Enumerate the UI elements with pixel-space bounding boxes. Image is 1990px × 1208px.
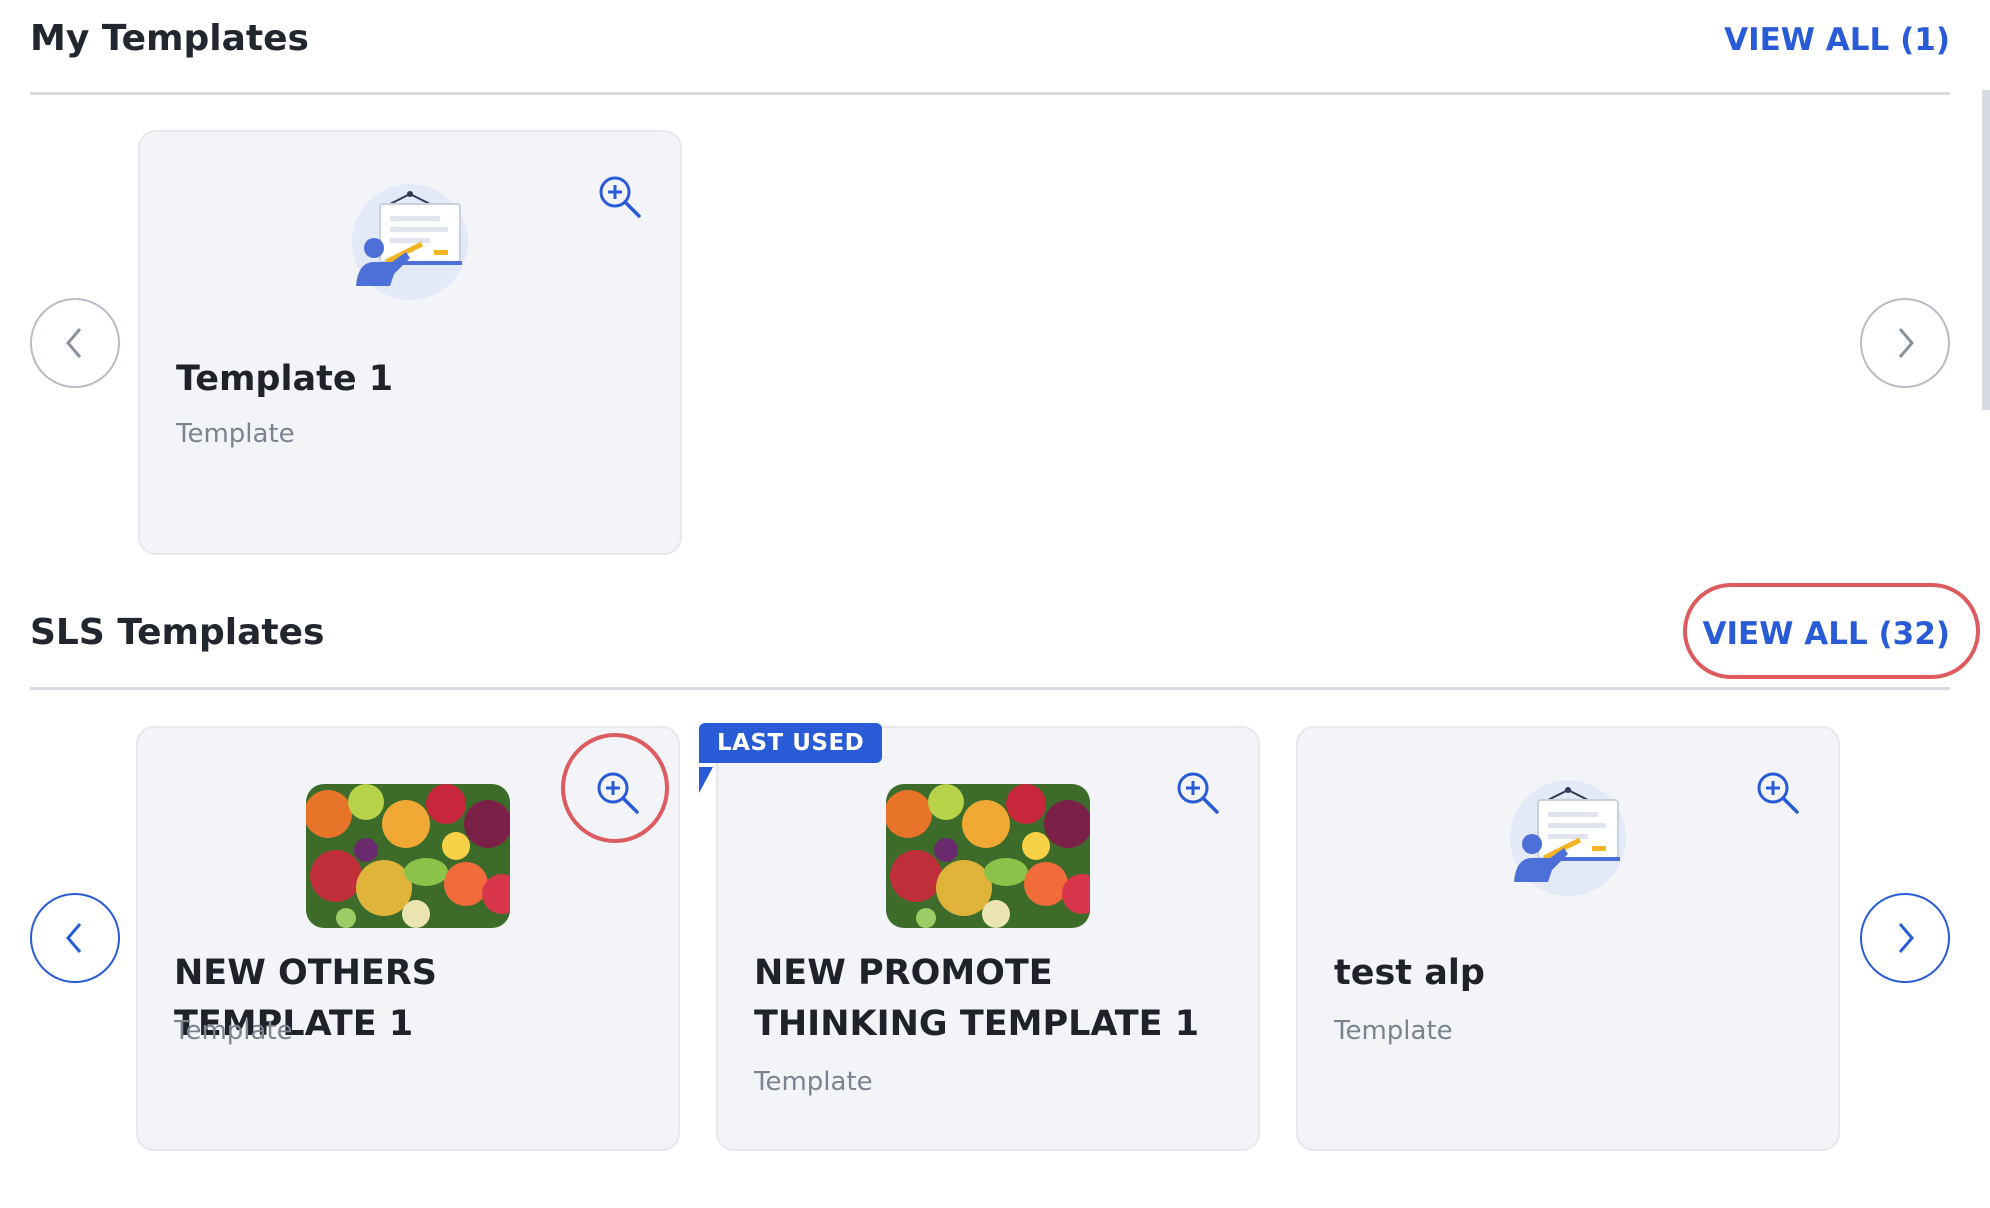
chevron-left-icon: [66, 328, 82, 358]
my-templates-title: My Templates: [30, 18, 309, 59]
card-title: NEW PROMOTE THINKING TEMPLATE 1: [754, 953, 1200, 1044]
my-templates-next-button[interactable]: [1860, 298, 1950, 388]
template-card[interactable]: NEW PROMOTE THINKING TEMPLATE 1 Template: [716, 726, 1260, 1151]
card-subtitle: Template: [176, 419, 295, 449]
my-templates-prev-button[interactable]: [30, 298, 120, 388]
zoom-in-icon[interactable]: [1753, 768, 1803, 818]
template-card[interactable]: test alp Template: [1296, 726, 1840, 1151]
sls-templates-title: SLS Templates: [30, 612, 325, 653]
teacher-whiteboard-icon: [350, 182, 470, 306]
card-title: test alp: [1334, 953, 1485, 993]
section-divider: [30, 687, 1950, 690]
card-title: Template 1: [176, 359, 394, 399]
card-subtitle: Template: [754, 1067, 873, 1097]
sls-templates-prev-button[interactable]: [30, 893, 120, 983]
sls-templates-view-all-link[interactable]: VIEW ALL (32): [1703, 616, 1950, 652]
chevron-right-icon: [1898, 328, 1914, 358]
fruits-photo: [884, 784, 1102, 932]
teacher-whiteboard-icon: [1508, 778, 1628, 902]
scrollbar[interactable]: [1982, 90, 1990, 410]
my-templates-view-all-link[interactable]: VIEW ALL (1): [1724, 22, 1950, 58]
badge-tail: [699, 767, 713, 793]
sls-templates-next-button[interactable]: [1860, 893, 1950, 983]
zoom-in-icon[interactable]: [595, 172, 645, 222]
chevron-right-icon: [1898, 923, 1914, 953]
fruits-photo: [304, 784, 522, 932]
card-subtitle: Template: [1334, 1016, 1453, 1046]
templates-page: My Templates VIEW ALL (1) Template 1 Tem…: [0, 0, 1990, 1208]
zoom-in-icon[interactable]: [593, 768, 643, 818]
last-used-badge: LAST USED: [699, 723, 883, 763]
template-card[interactable]: NEW OTHERS TEMPLATE 1 Template: [136, 726, 680, 1151]
zoom-in-icon[interactable]: [1173, 768, 1223, 818]
card-subtitle: Template: [174, 1016, 293, 1046]
chevron-left-icon: [66, 923, 82, 953]
section-divider: [30, 92, 1950, 95]
template-card[interactable]: Template 1 Template: [138, 130, 682, 555]
